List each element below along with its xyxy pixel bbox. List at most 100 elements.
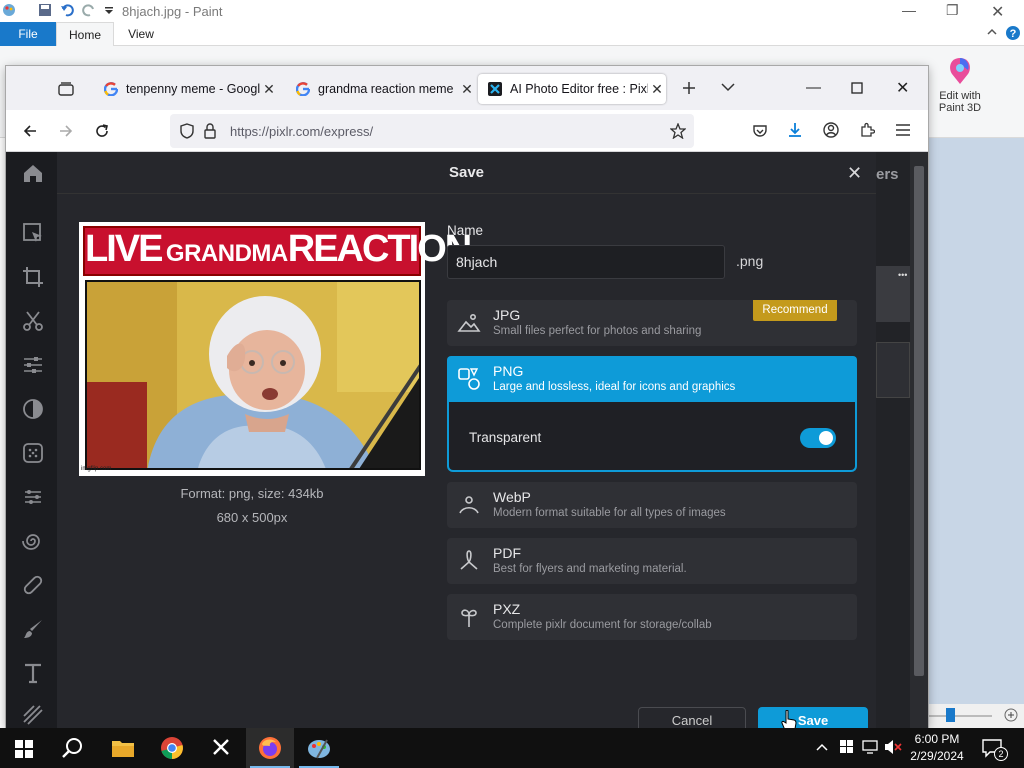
pocket-icon[interactable] (752, 123, 768, 139)
paint-title-bar: 8hjach.jpg - Paint — ❐ ✕ (0, 0, 1024, 22)
meme-caption: LIVE GRANDMAREACTION (83, 226, 472, 276)
svg-text:?: ? (1010, 28, 1017, 40)
format-option-png[interactable]: PNG Large and lossless, ideal for icons … (447, 356, 857, 402)
new-tab-icon[interactable] (681, 80, 697, 96)
save-dialog: Save ✕ LIVE GRANDMAREACTION imgflip.com … (57, 152, 876, 728)
paint-minimize-button[interactable]: — (902, 2, 916, 18)
undo-icon[interactable] (60, 3, 74, 17)
tab-overview-icon[interactable] (58, 82, 74, 96)
help-icon[interactable]: ? (1005, 25, 1021, 41)
menu-icon[interactable] (895, 123, 911, 137)
retouch-tool-icon[interactable] (22, 486, 44, 508)
heal-tool-icon[interactable] (22, 574, 44, 596)
more-tools-icon[interactable] (22, 704, 44, 726)
format-option-webp[interactable]: WebP Modern format suitable for all type… (447, 482, 857, 528)
account-icon[interactable] (823, 122, 839, 138)
taskbar-file-explorer[interactable] (98, 728, 146, 768)
taskbar-firefox[interactable] (246, 728, 294, 768)
clock-time[interactable]: 6:00 PM (902, 732, 972, 746)
customize-qat-icon[interactable] (104, 3, 118, 17)
filter-tool-icon[interactable] (22, 398, 44, 420)
tracking-protection-icon[interactable] (180, 123, 194, 139)
mouse-cursor-icon (781, 710, 797, 728)
firefox-tab-bar: tenpenny meme - Google ✕ grandma reactio… (6, 66, 928, 110)
zoom-slider-thumb[interactable] (946, 708, 955, 722)
paint-ribbon-tabs: File Home View ? (0, 22, 1024, 47)
start-button[interactable] (0, 728, 48, 768)
cancel-button[interactable]: Cancel (638, 707, 746, 728)
scrollbar-thumb[interactable] (914, 166, 924, 676)
browser-tab[interactable]: grandma reaction meme ✕ (286, 74, 476, 104)
format-title: PDF (493, 545, 521, 561)
show-hidden-icons[interactable] (816, 742, 828, 752)
paint-home-tab[interactable]: Home (56, 22, 114, 47)
text-tool-icon[interactable] (22, 662, 44, 684)
format-title: JPG (493, 307, 521, 323)
save-button[interactable]: Save (758, 707, 868, 728)
format-description: Complete pixlr document for storage/coll… (493, 619, 712, 631)
page-scrollbar[interactable] (910, 152, 928, 728)
paint-close-button[interactable]: ✕ (991, 2, 1004, 22)
clock-date[interactable]: 2/29/2024 (902, 749, 972, 763)
paint-maximize-button[interactable]: ❐ (946, 2, 959, 19)
home-icon[interactable] (22, 162, 44, 184)
adjust-tool-icon[interactable] (22, 354, 44, 376)
paint-status-bar (926, 704, 1024, 728)
image-preview: LIVE GRANDMAREACTION imgflip.com (79, 222, 472, 476)
arrange-tool-icon[interactable] (22, 222, 44, 244)
filename-input[interactable] (447, 245, 725, 279)
taskbar-paint[interactable] (295, 728, 343, 768)
lock-icon[interactable] (204, 123, 216, 139)
taskbar-search-button[interactable] (48, 728, 96, 768)
reload-icon[interactable] (94, 123, 110, 139)
tab-label: tenpenny meme - Google (126, 82, 260, 96)
folder-icon (111, 738, 135, 758)
windows-logo-icon (15, 740, 33, 758)
list-all-tabs-icon[interactable] (721, 82, 735, 92)
edit-with-paint3d-button[interactable]: Edit with Paint 3D (927, 54, 993, 134)
format-option-pxz[interactable]: PXZ Complete pixlr document for storage/… (447, 594, 857, 640)
browser-tab[interactable]: tenpenny meme - Google ✕ (94, 74, 278, 104)
ff-minimize-button[interactable]: — (806, 79, 821, 96)
bookmark-star-icon[interactable] (670, 123, 686, 139)
layers-panel: ers ••• (876, 152, 910, 728)
ff-close-button[interactable]: ✕ (896, 78, 909, 98)
tab-label: AI Photo Editor free : Pixlr (510, 82, 648, 96)
downloads-icon[interactable] (787, 122, 803, 138)
png-options-panel: Transparent (447, 402, 857, 472)
redo-icon[interactable] (82, 3, 96, 17)
windows-security-icon[interactable] (840, 740, 854, 754)
cutout-tool-icon[interactable] (22, 310, 44, 332)
layer-menu-icon[interactable]: ••• (898, 270, 907, 280)
format-size-info: Format: png, size: 434kb (180, 486, 324, 501)
network-icon[interactable] (862, 740, 880, 754)
url-bar[interactable]: https://pixlr.com/express/ (170, 114, 694, 148)
zoom-in-icon[interactable] (1004, 708, 1018, 722)
ribbon-collapse-icon[interactable] (986, 26, 998, 38)
layer-thumb-2[interactable] (876, 342, 910, 398)
browser-tab-active[interactable]: AI Photo Editor free : Pixlr ✕ (478, 74, 666, 104)
liquify-tool-icon[interactable] (22, 530, 44, 552)
back-icon[interactable] (22, 123, 38, 139)
effect-tool-icon[interactable] (22, 442, 44, 464)
taskbar-x-app[interactable] (197, 728, 245, 768)
paint-file-tab[interactable]: File (0, 22, 56, 46)
paint-view-tab[interactable]: View (118, 22, 164, 46)
format-option-jpg[interactable]: JPG Small files perfect for photos and s… (447, 300, 857, 346)
volume-muted-icon[interactable] (884, 739, 902, 755)
format-option-pdf[interactable]: PDF Best for flyers and marketing materi… (447, 538, 857, 584)
crop-tool-icon[interactable] (22, 266, 44, 288)
pixlr-app: ers ••• Save ✕ LIVE GRANDMAREACTION imgf… (6, 152, 928, 728)
close-tab-icon[interactable]: ✕ (458, 81, 476, 98)
brush-tool-icon[interactable] (22, 618, 44, 640)
close-tab-icon[interactable]: ✕ (260, 81, 278, 98)
close-dialog-icon[interactable]: ✕ (847, 163, 862, 184)
taskbar-chrome[interactable] (148, 728, 196, 768)
close-tab-icon[interactable]: ✕ (648, 81, 666, 98)
forward-icon[interactable] (58, 123, 74, 139)
extensions-icon[interactable] (859, 122, 875, 138)
notification-center-icon[interactable]: 2 (982, 738, 1008, 761)
transparent-toggle[interactable] (800, 428, 836, 448)
save-icon[interactable] (38, 3, 52, 17)
ff-maximize-button[interactable] (851, 82, 863, 94)
